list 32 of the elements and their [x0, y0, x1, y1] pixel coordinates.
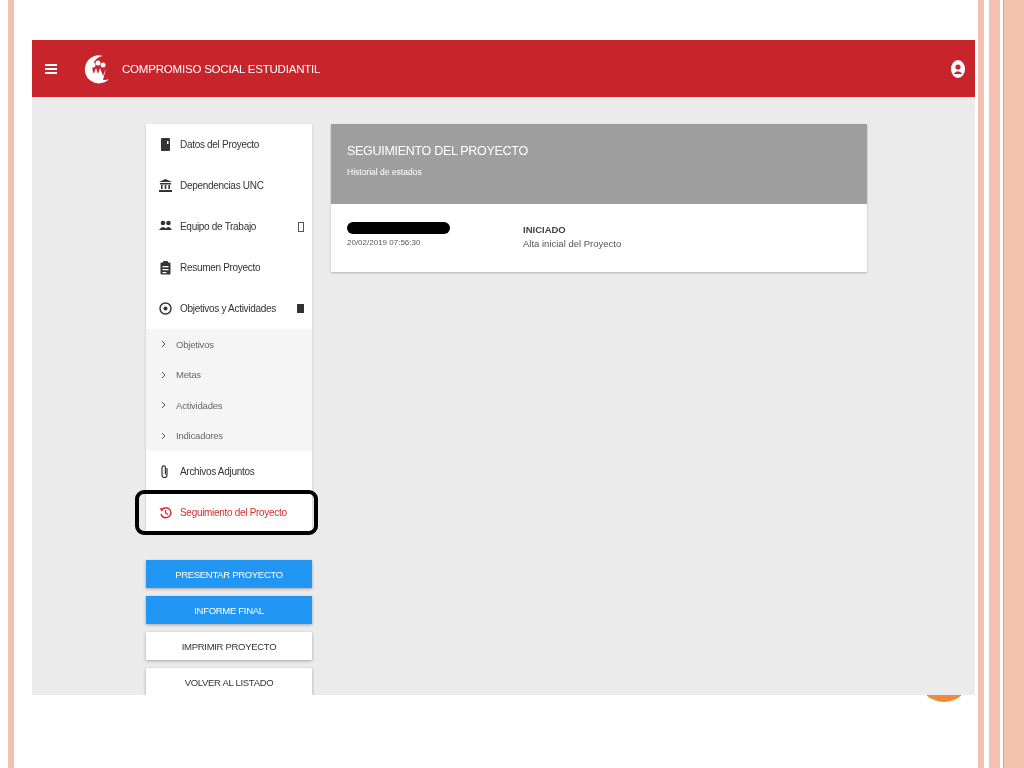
submenu-item[interactable]: Objetivos	[146, 329, 312, 360]
radio-target-icon	[159, 301, 172, 316]
sidebar-item[interactable]: Archivos Adjuntos	[146, 451, 312, 492]
card-subtitle: Historial de estados	[347, 167, 423, 177]
action-button[interactable]: VOLVER AL LISTADO	[146, 668, 312, 695]
sidebar-item[interactable]: Objetivos y Actividades	[146, 288, 312, 329]
clipboard-icon	[159, 260, 172, 275]
square-outline-icon	[298, 221, 304, 232]
chevron-icon	[161, 401, 166, 410]
chevron-icon	[161, 340, 166, 349]
chevron-icon	[161, 370, 166, 379]
action-button[interactable]: IMPRIMIR PROYECTO	[146, 632, 312, 660]
sidebar-item[interactable]: Seguimiento del Proyecto	[146, 492, 312, 533]
submenu-item[interactable]: Indicadores	[146, 420, 312, 451]
user-icon[interactable]	[951, 59, 965, 78]
book-icon	[159, 137, 172, 152]
submenu-item[interactable]: Metas	[146, 359, 312, 390]
app-title: COMPROMISO SOCIAL ESTUDIANTIL	[122, 62, 321, 75]
sidebar-item[interactable]: Datos del Proyecto	[146, 124, 312, 165]
history-icon	[159, 505, 172, 520]
sidebar-item[interactable]: Resumen Proyecto	[146, 247, 312, 288]
square-filled-icon	[297, 304, 304, 313]
sidebar-item[interactable]: Equipo de Trabajo	[146, 206, 312, 247]
chevron-icon	[161, 431, 166, 440]
bank-icon	[159, 178, 172, 193]
card-title: SEGUIMIENTO DEL PROYECTO	[347, 144, 529, 158]
timestamp: 20/02/2019 07:56:30	[347, 238, 422, 247]
state-label: INICIADO	[523, 224, 567, 235]
sidebar-item[interactable]: Dependencias UNC	[146, 165, 312, 206]
submenu-item[interactable]: Actividades	[146, 390, 312, 421]
menu-icon[interactable]	[45, 63, 57, 74]
state-description: Alta inicial del Proyecto	[523, 238, 622, 249]
